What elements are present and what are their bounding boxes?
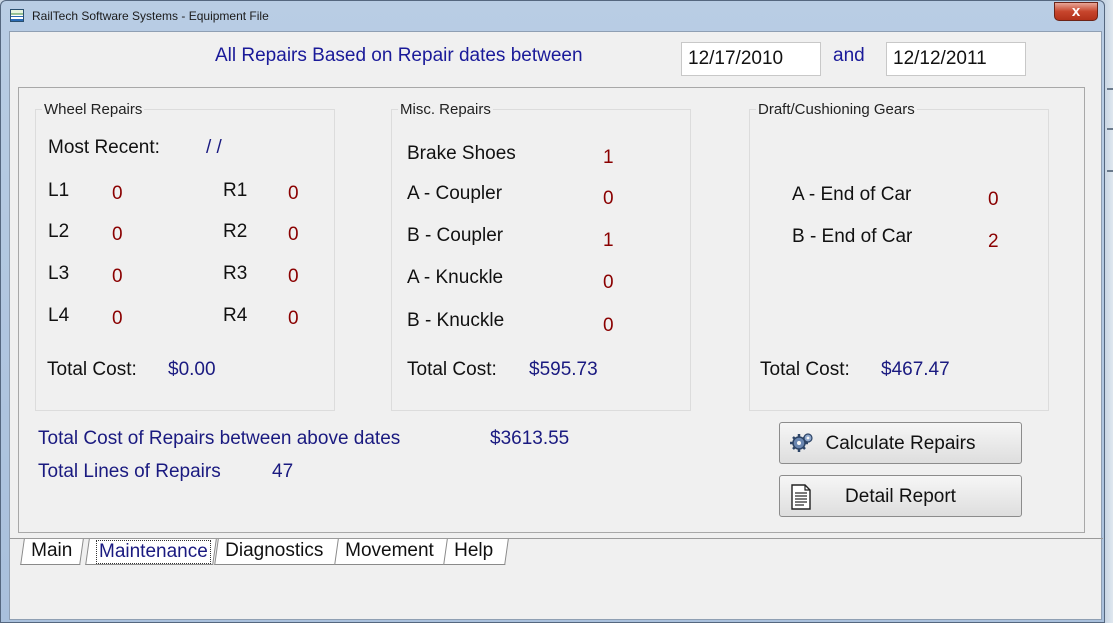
l1-label: L1 [48, 180, 70, 201]
l4-value: 0 [112, 308, 123, 329]
b-coupler-label: B - Coupler [407, 225, 504, 246]
l2-value: 0 [112, 224, 123, 245]
tab-maintenance[interactable]: Maintenance [85, 539, 217, 565]
detail-report-label: Detail Report [845, 486, 956, 507]
b-end-of-car-label: B - End of Car [792, 226, 913, 247]
r3-value: 0 [288, 266, 299, 287]
window-title: RailTech Software Systems - Equipment Fi… [32, 9, 269, 23]
misc-total-label: Total Cost: [407, 359, 497, 380]
date-range-label: All Repairs Based on Repair dates betwee… [215, 45, 583, 66]
tab-help[interactable]: Help [443, 539, 509, 565]
most-recent-value: / / [206, 137, 222, 158]
draft-total-label: Total Cost: [760, 359, 850, 380]
r3-label: R3 [223, 263, 248, 284]
total-lines-value: 47 [272, 461, 294, 482]
start-date-field[interactable] [681, 42, 821, 76]
a-coupler-value: 0 [603, 188, 614, 209]
tab-strip: Main Maintenance Diagnostics Movement He… [20, 539, 1080, 565]
r1-label: R1 [223, 180, 248, 201]
brake-shoes-value: 1 [603, 147, 614, 168]
draft-gears-group: Draft/Cushioning Gears A - End of Car 0 … [749, 101, 1049, 411]
wheel-repairs-group: Wheel Repairs Most Recent: / / L1 0 L2 0… [35, 101, 335, 411]
tab-main[interactable]: Main [20, 539, 84, 565]
l1-value: 0 [112, 183, 123, 204]
a-knuckle-value: 0 [603, 272, 614, 293]
wheel-total-label: Total Cost: [47, 359, 137, 380]
l3-value: 0 [112, 266, 123, 287]
total-cost-repairs-value: $3613.55 [490, 428, 570, 449]
a-knuckle-label: A - Knuckle [407, 267, 504, 288]
tab-diagnostics[interactable]: Diagnostics [214, 539, 342, 565]
maintenance-tab-page: Wheel Repairs Most Recent: / / L1 0 L2 0… [18, 87, 1085, 533]
r4-label: R4 [223, 305, 248, 326]
wheel-total-value: $0.00 [168, 359, 216, 380]
l2-label: L2 [48, 221, 70, 242]
close-button[interactable]: x [1054, 2, 1098, 21]
background-window-edge [1105, 0, 1113, 623]
r4-value: 0 [288, 308, 299, 329]
title-bar[interactable]: RailTech Software Systems - Equipment Fi… [1, 1, 1104, 31]
calculate-repairs-label: Calculate Repairs [825, 433, 976, 454]
b-knuckle-label: B - Knuckle [407, 310, 505, 331]
tab-movement[interactable]: Movement [334, 539, 450, 565]
client-area: All Repairs Based on Repair dates betwee… [9, 31, 1103, 620]
l4-label: L4 [48, 305, 70, 326]
a-end-of-car-label: A - End of Car [792, 184, 912, 205]
r2-value: 0 [288, 224, 299, 245]
r1-value: 0 [288, 183, 299, 204]
draft-total-value: $467.47 [881, 359, 950, 380]
b-end-of-car-value: 2 [988, 231, 999, 252]
calculate-repairs-button[interactable]: Calculate Repairs [779, 422, 1022, 464]
misc-repairs-group: Misc. Repairs Brake Shoes 1 A - Coupler … [391, 101, 691, 411]
draft-gears-title: Draft/Cushioning Gears [756, 101, 917, 118]
end-date-field[interactable] [886, 42, 1026, 76]
a-end-of-car-value: 0 [988, 189, 999, 210]
most-recent-label: Most Recent: [48, 137, 160, 158]
total-cost-repairs-label: Total Cost of Repairs between above date… [38, 428, 401, 449]
detail-report-button[interactable]: Detail Report [779, 475, 1022, 517]
app-icon [10, 9, 24, 22]
a-coupler-label: A - Coupler [407, 183, 503, 204]
misc-repairs-title: Misc. Repairs [398, 101, 493, 118]
brake-shoes-label: Brake Shoes [407, 143, 516, 164]
and-label: and [833, 45, 865, 66]
app-window: RailTech Software Systems - Equipment Fi… [0, 0, 1105, 623]
misc-total-value: $595.73 [529, 359, 598, 380]
b-coupler-value: 1 [603, 230, 614, 251]
total-lines-label: Total Lines of Repairs [38, 461, 221, 482]
b-knuckle-value: 0 [603, 315, 614, 336]
l3-label: L3 [48, 263, 70, 284]
wheel-repairs-title: Wheel Repairs [42, 101, 145, 118]
r2-label: R2 [223, 221, 248, 242]
